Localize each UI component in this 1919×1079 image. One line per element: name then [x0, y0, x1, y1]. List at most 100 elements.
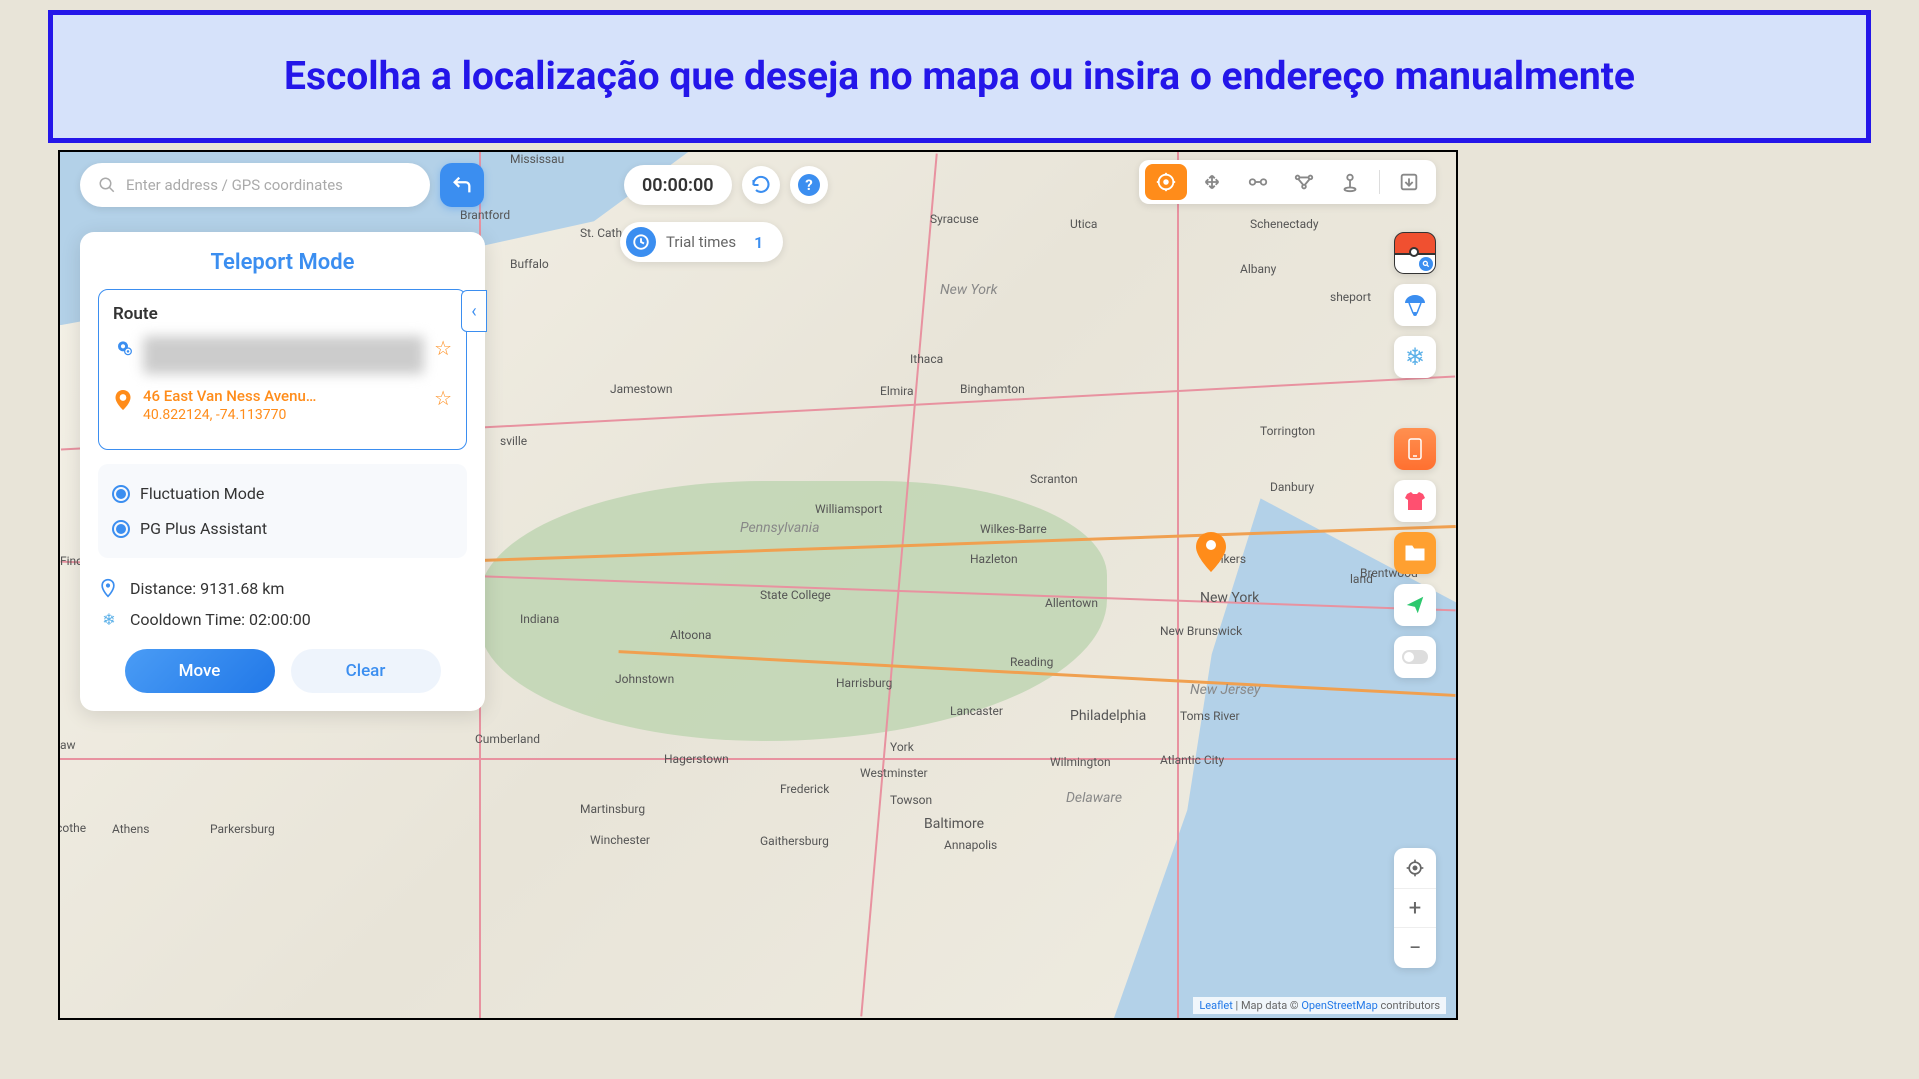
map-label: Wilmington [1050, 755, 1111, 769]
zoom-in-button[interactable]: + [1394, 888, 1436, 928]
pokeball-button[interactable] [1394, 232, 1436, 274]
instruction-banner: Escolha a localização que deseja no mapa… [48, 10, 1871, 143]
locate-button[interactable] [1394, 848, 1436, 888]
mode-teleport[interactable] [1145, 164, 1187, 200]
route-start-item: ☆ [113, 336, 452, 374]
trial-badge: Trial times 1 [620, 222, 783, 262]
dest-pin-icon [113, 388, 133, 412]
mode-import[interactable] [1388, 164, 1430, 200]
search-icon [98, 176, 116, 194]
mode-joystick[interactable] [1191, 164, 1233, 200]
map-label: Towson [890, 793, 932, 807]
osm-link[interactable]: OpenStreetMap [1301, 999, 1377, 1012]
trial-label: Trial times [666, 233, 736, 251]
options-box: Fluctuation Mode PG Plus Assistant [98, 464, 467, 558]
map-state-label: New York [940, 282, 997, 298]
map-label: Frederick [780, 782, 829, 796]
snowflake-icon: ❄ [98, 610, 120, 629]
map-label: State College [760, 588, 831, 602]
fluctuation-radio[interactable]: Fluctuation Mode [112, 478, 453, 509]
map-label: New Brunswick [1160, 624, 1242, 638]
start-pin-icon [113, 338, 133, 358]
map-label: aw [60, 738, 76, 752]
map-label: Brantford [460, 208, 510, 222]
map-label: Allentown [1045, 596, 1098, 610]
help-button[interactable]: ? [790, 166, 828, 204]
map-label: Ithaca [910, 352, 943, 366]
app-window: Mississau Brantford Hamilton St. Cathari… [58, 150, 1458, 1020]
map-label: Harrisburg [836, 676, 892, 690]
favorite-dest-button[interactable]: ☆ [434, 386, 452, 410]
map-label: Philadelphia [1070, 708, 1146, 724]
map-label: Martinsburg [580, 802, 645, 816]
map-label: Annapolis [944, 838, 997, 852]
map-label: sville [500, 434, 527, 448]
map-label: Johnstown [615, 672, 674, 686]
map-label: Torrington [1260, 424, 1315, 438]
distance-icon [98, 578, 120, 598]
map-state-label: New Jersey [1190, 682, 1260, 698]
map-label: Chillicothe [58, 821, 86, 835]
map-attribution: Leaflet | Map data © OpenStreetMap contr… [1193, 997, 1446, 1014]
banner-text: Escolha a localização que deseja no mapa… [284, 51, 1635, 102]
map-label: Reading [1010, 655, 1053, 669]
move-button[interactable]: Move [125, 649, 275, 693]
map-label: Atlantic City [1160, 753, 1224, 767]
route-box: Route ☆ 46 East Van Ness Avenu… 40.82212… [98, 289, 467, 450]
dest-address: 46 East Van Ness Avenu… [143, 386, 424, 407]
route-title: Route [113, 304, 452, 324]
toggle-button[interactable] [1394, 636, 1436, 678]
mode-twospot[interactable] [1237, 164, 1279, 200]
teleport-panel: Teleport Mode ‹ Route ☆ 46 East Van Ness… [80, 232, 485, 711]
panel-title: Teleport Mode [98, 250, 467, 275]
freeze-button[interactable]: ❄ [1394, 336, 1436, 378]
map-label: York [890, 740, 914, 754]
shirt-button[interactable] [1394, 480, 1436, 522]
favorite-start-button[interactable]: ☆ [434, 336, 452, 360]
map-label: Hagerstown [664, 752, 729, 766]
pgplus-radio[interactable]: PG Plus Assistant [112, 513, 453, 544]
start-address-redacted [143, 336, 424, 374]
map-label: New York [1200, 590, 1259, 606]
leaflet-link[interactable]: Leaflet [1199, 999, 1232, 1012]
map-label: sheport [1330, 290, 1371, 304]
refresh-button[interactable] [742, 166, 780, 204]
dest-coords: 40.822124, -74.113770 [143, 407, 424, 423]
map-label: Indiana [520, 612, 559, 626]
map-label: Altoona [670, 628, 711, 642]
mode-jump[interactable] [1329, 164, 1371, 200]
map-label: Lancaster [950, 704, 1003, 718]
parachute-button[interactable] [1394, 284, 1436, 326]
map-label: Westminster [860, 766, 928, 780]
map-label: Winchester [590, 833, 650, 847]
search-input[interactable] [126, 176, 412, 194]
search-go-button[interactable] [440, 163, 484, 207]
phone-button[interactable] [1394, 428, 1436, 470]
button-row: Move Clear [98, 649, 467, 693]
map-label: Hazleton [970, 552, 1018, 566]
timer-display: 00:00:00 [624, 165, 732, 205]
search-box[interactable] [80, 163, 430, 207]
send-button[interactable] [1394, 584, 1436, 626]
side-toolbar: ❄ [1394, 232, 1436, 678]
collapse-button[interactable]: ‹ [461, 290, 487, 332]
map-label: Schenectady [1250, 217, 1319, 231]
map-label: Utica [1070, 217, 1097, 231]
map-label: Syracuse [930, 212, 979, 226]
destination-pin[interactable] [1196, 532, 1226, 572]
map-label: Parkersburg [210, 822, 275, 836]
map-label: Williamsport [815, 502, 882, 516]
svg-text:?: ? [805, 176, 812, 194]
distance-row: Distance: 9131.68 km [98, 572, 467, 604]
map-label: Gaithersburg [760, 834, 829, 848]
map-label: Elmira [880, 384, 914, 398]
map-label: Toms River [1180, 709, 1240, 723]
trial-count: 1 [754, 233, 763, 252]
map-label: Baltimore [924, 816, 984, 832]
clock-icon [626, 227, 656, 257]
mode-multispot[interactable] [1283, 164, 1325, 200]
map-label: Jamestown [610, 382, 673, 396]
zoom-out-button[interactable]: − [1394, 928, 1436, 968]
clear-button[interactable]: Clear [291, 649, 441, 693]
folder-button[interactable] [1394, 532, 1436, 574]
